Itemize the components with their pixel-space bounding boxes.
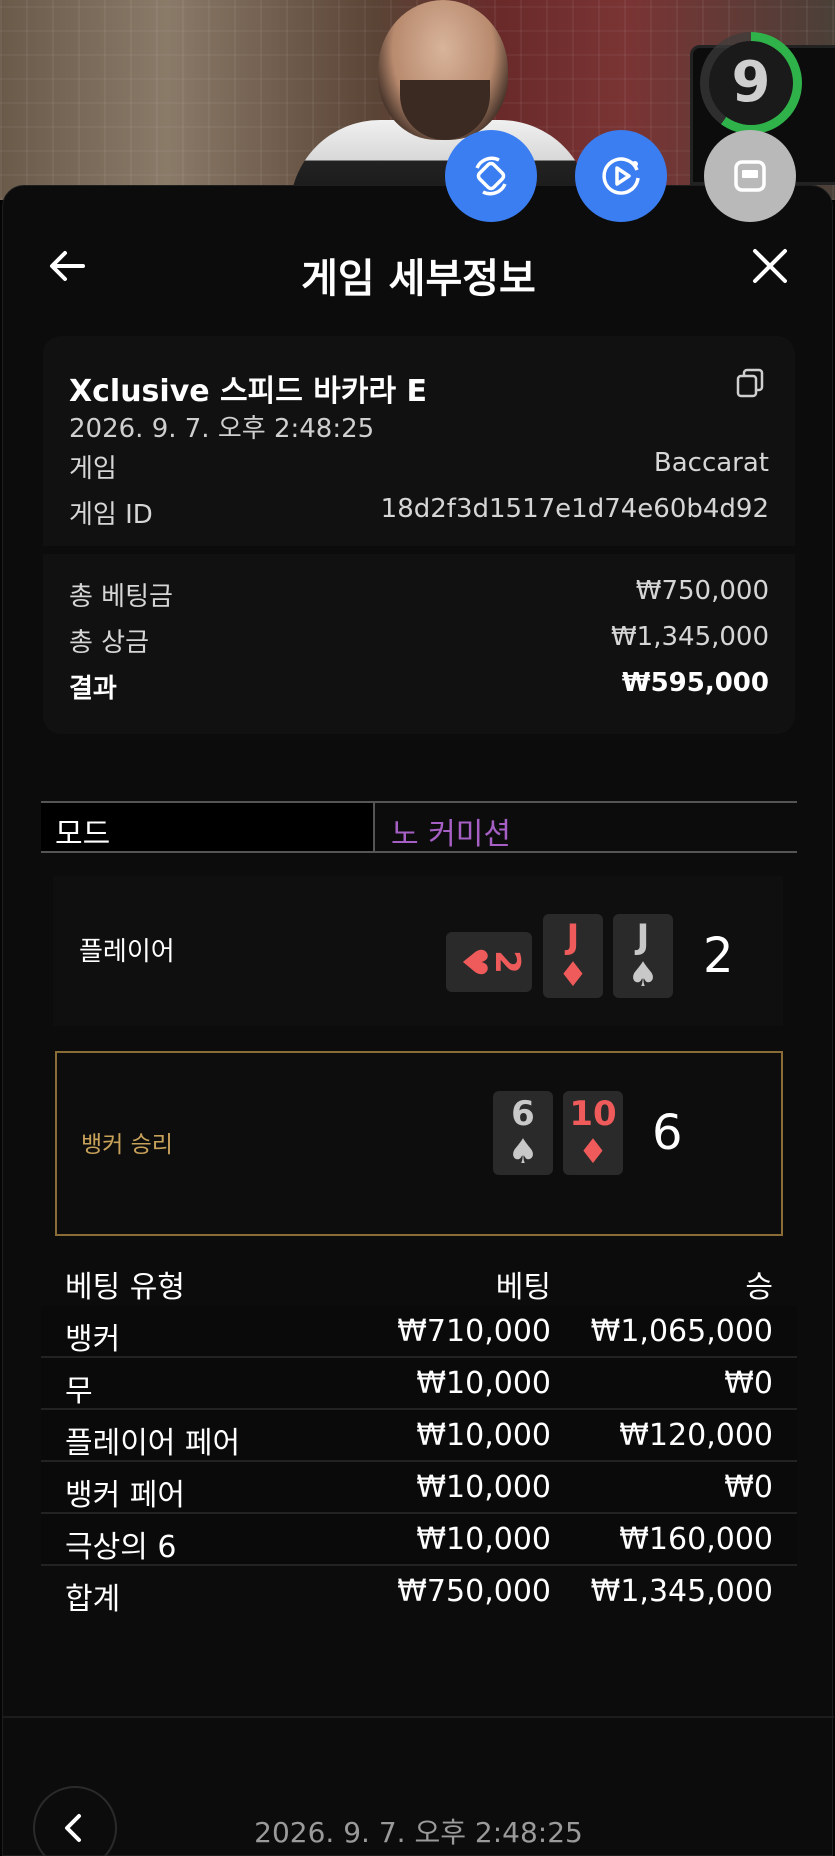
bet-amount: ₩10,000: [416, 1418, 551, 1453]
header-bet-type: 베팅 유형: [65, 1270, 185, 1305]
game-details-panel: 게임 세부정보 Xclusive 스피드 바카라 E 2026. 9. 7. 오…: [2, 185, 834, 1856]
footer-datetime: 2026. 9. 7. 오후 2:48:25: [254, 1816, 583, 1849]
player-label: 플레이어: [79, 937, 175, 967]
table-row: 뱅커 페어 ₩10,000 ₩0: [41, 1462, 797, 1514]
banker-win-label: 뱅커 승리: [81, 1132, 173, 1158]
game-datetime: 2026. 9. 7. 오후 2:48:25: [69, 414, 375, 444]
copy-icon: [736, 368, 764, 398]
mode-label-cell: 모드: [41, 803, 375, 852]
card-rank: 2: [487, 950, 528, 974]
game-id-label: 게임 ID: [69, 500, 153, 530]
game-value: Baccarat: [653, 448, 769, 478]
minimize-window-icon: [734, 160, 766, 192]
total-bet-label: 총 베팅금: [69, 582, 173, 612]
totals-card: 총 베팅금 ₩750,000 총 상금 ₩1,345,000 결과 ₩595,0…: [43, 554, 795, 734]
replay-icon: [602, 157, 640, 195]
playing-card: 6 ♠: [493, 1091, 553, 1175]
bet-type: 뱅커: [65, 1322, 121, 1357]
total-win-value: ₩1,345,000: [610, 622, 769, 652]
bet-table: 베팅 유형 베팅 승 뱅커 ₩710,000 ₩1,065,000 무 ₩10,…: [41, 1254, 797, 1618]
bet-amount: ₩710,000: [397, 1314, 551, 1349]
card-suit: ♦: [557, 955, 589, 995]
player-score: 2: [703, 928, 734, 984]
minimize-button[interactable]: [704, 130, 796, 222]
close-button[interactable]: [745, 241, 795, 291]
player-hand: 플레이어 ♥ 2 J ♦ J ♠ 2: [53, 876, 783, 1026]
total-bet-value: ₩750,000: [635, 576, 769, 606]
card-suit: ♠: [627, 955, 659, 995]
banker-score: 6: [652, 1105, 683, 1161]
result-value: ₩595,000: [621, 668, 769, 698]
bet-type: 플레이어 페어: [65, 1426, 241, 1461]
rotate-icon: [475, 156, 507, 196]
total-win-label: 총 상금: [69, 628, 150, 658]
game-label: 게임: [69, 454, 117, 484]
table-row: 극상의 6 ₩10,000 ₩160,000: [41, 1514, 797, 1566]
card-suit: ♦: [577, 1132, 609, 1172]
playing-card: J ♦: [543, 914, 603, 998]
countdown-timer: 9: [731, 50, 771, 115]
win-amount: ₩0: [724, 1470, 773, 1505]
header-bet: 베팅: [495, 1270, 551, 1305]
rotate-view-button[interactable]: [445, 130, 537, 222]
close-icon: [753, 249, 787, 283]
copy-button[interactable]: [733, 366, 767, 400]
win-amount: ₩1,065,000: [590, 1314, 773, 1349]
playing-card: J ♠: [613, 914, 673, 998]
playing-card: ♥ 2: [446, 932, 532, 992]
bet-type: 극상의 6: [65, 1530, 177, 1565]
card-suit: ♠: [507, 1132, 539, 1172]
bet-amount: ₩10,000: [416, 1522, 551, 1557]
table-row: 뱅커 ₩710,000 ₩1,065,000: [41, 1306, 797, 1358]
footer-divider: [3, 1716, 834, 1718]
header-win: 승: [745, 1270, 773, 1305]
mode-table: 모드 노 커미션: [41, 801, 797, 853]
bet-amount: ₩10,000: [416, 1366, 551, 1401]
bet-amount: ₩10,000: [416, 1470, 551, 1505]
mode-value: 노 커미션: [391, 817, 511, 852]
total-label: 합계: [65, 1582, 121, 1617]
game-summary-card: Xclusive 스피드 바카라 E 2026. 9. 7. 오후 2:48:2…: [43, 336, 795, 546]
mode-label: 모드: [55, 817, 111, 852]
win-amount: ₩0: [724, 1366, 773, 1401]
bet-type: 뱅커 페어: [65, 1478, 185, 1513]
card-rank: J: [566, 917, 580, 957]
card-rank: J: [636, 917, 650, 957]
table-header: 베팅 유형 베팅 승: [41, 1254, 797, 1306]
win-amount: ₩120,000: [619, 1418, 773, 1453]
total-row: 합계 ₩750,000 ₩1,345,000: [41, 1566, 797, 1618]
game-name: Xclusive 스피드 바카라 E: [69, 374, 428, 409]
playing-card: 10 ♦: [563, 1091, 623, 1175]
banker-hand: 뱅커 승리 6 ♠ 10 ♦ 6: [55, 1051, 783, 1236]
table-row: 무 ₩10,000 ₩0: [41, 1358, 797, 1410]
replay-video-button[interactable]: [575, 130, 667, 222]
total-bet: ₩750,000: [397, 1574, 551, 1609]
page-title: 게임 세부정보: [301, 256, 536, 302]
win-amount: ₩160,000: [619, 1522, 773, 1557]
game-id-value: 18d2f3d1517e1d74e60b4d92: [380, 494, 769, 524]
table-row: 플레이어 페어 ₩10,000 ₩120,000: [41, 1410, 797, 1462]
card-rank: 6: [511, 1094, 535, 1134]
result-label: 결과: [69, 674, 117, 704]
bet-type: 무: [65, 1374, 93, 1409]
total-win: ₩1,345,000: [590, 1574, 773, 1609]
card-rank: 10: [569, 1094, 617, 1134]
